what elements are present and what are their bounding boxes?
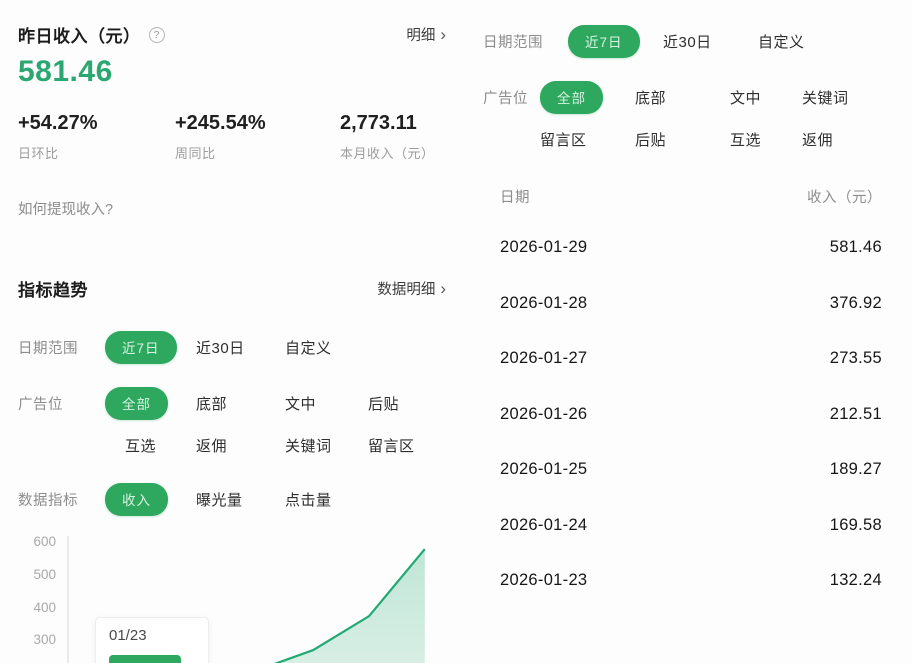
stat-label: 本月收入（元）	[340, 143, 446, 162]
filter-option[interactable]: 后贴	[368, 393, 399, 414]
income-cell: 169.58	[830, 516, 882, 535]
filter-option-selected[interactable]: 收入	[105, 483, 168, 516]
filter-option[interactable]: 自定义	[758, 31, 805, 52]
table-header: 日期 收入（元）	[483, 186, 882, 207]
filter-option-selected[interactable]: 全部	[540, 81, 603, 114]
y-axis-tick-label: 600	[10, 534, 56, 549]
filter-date-range: 日期范围近7日近30日 自定义	[18, 326, 368, 368]
stat-month-income: 2,773.11 本月收入（元）	[340, 112, 446, 162]
income-card-header: 昨日收入（元） ? 明细 ›	[18, 22, 446, 47]
filter-option[interactable]: 文中	[730, 87, 761, 108]
income-cell: 212.51	[830, 405, 882, 424]
filter-option-selected[interactable]: 全部	[105, 387, 168, 420]
filter-group-label: 日期范围	[483, 20, 568, 52]
y-axis-tick-label: 500	[10, 567, 56, 582]
date-cell: 2026-01-26	[483, 405, 587, 424]
date-cell: 2026-01-24	[483, 516, 587, 535]
date-cell: 2026-01-28	[483, 294, 587, 313]
how-to-withdraw-link[interactable]: 如何提现收入?	[18, 198, 446, 219]
table-row: 2026-01-25 189.27	[483, 442, 882, 498]
filter-ad-slot: 广告位全部 底部 文中 后贴互选 返佣 关键词 留言区	[18, 382, 448, 466]
filter-option-selected[interactable]: 近7日	[105, 331, 177, 364]
filter-group-label: 日期范围	[18, 326, 105, 358]
filter-option[interactable]: 关键词	[285, 435, 332, 456]
income-card-title: 昨日收入（元）	[18, 22, 141, 47]
question-circle-icon[interactable]: ?	[149, 27, 165, 43]
stat-week-over-week: +245.54% 周同比	[175, 112, 340, 162]
trend-line-chart[interactable]	[0, 530, 460, 663]
filter-option[interactable]: 互选	[730, 129, 761, 150]
stat-label: 周同比	[175, 143, 340, 162]
filter-option[interactable]: 近30日	[196, 337, 245, 358]
income-detail-label: 明细	[406, 24, 435, 45]
trend-section-header: 指标趋势 数据明细 ›	[18, 276, 446, 301]
chevron-right-icon: ›	[440, 28, 446, 42]
filter-group-label: 数据指标	[18, 478, 105, 510]
column-date: 日期	[500, 186, 530, 207]
filter-option[interactable]: 留言区	[368, 435, 415, 456]
filter-option-selected[interactable]: 近7日	[568, 25, 640, 58]
data-detail-link[interactable]: 数据明细 ›	[377, 278, 446, 299]
column-income: 收入（元）	[807, 186, 882, 207]
date-cell: 2026-01-29	[483, 238, 587, 257]
y-axis-tick-label: 400	[10, 600, 56, 615]
filter-option[interactable]: 返佣	[196, 435, 227, 456]
filter-group-label: 广告位	[483, 76, 540, 108]
table-row: 2026-01-26 212.51	[483, 387, 882, 443]
filter-group-label: 广告位	[18, 382, 105, 414]
stat-label: 日环比	[18, 143, 175, 162]
filter-option[interactable]: 曝光量	[196, 489, 243, 510]
income-table: 2026-01-29581.462026-01-28376.922026-01-…	[483, 220, 882, 609]
chevron-right-icon: ›	[440, 282, 446, 296]
trend-section-title: 指标趋势	[18, 276, 88, 301]
stat-value: +54.27%	[18, 112, 175, 135]
income-stats: +54.27% 日环比 +245.54% 周同比 2,773.11 本月收入（元…	[18, 112, 446, 162]
table-row: 2026-01-29 581.46	[483, 220, 882, 276]
stat-value: 2,773.11	[340, 112, 446, 135]
stat-day-over-day: +54.27% 日环比	[18, 112, 175, 162]
filter-option[interactable]: 自定义	[285, 337, 332, 358]
income-cell: 376.92	[830, 294, 882, 313]
table-row: 2026-01-24 169.58	[483, 498, 882, 554]
data-detail-label: 数据明细	[377, 278, 435, 299]
filter-option[interactable]: 底部	[196, 393, 227, 414]
filter-option[interactable]: 近30日	[663, 31, 712, 52]
income-detail-link[interactable]: 明细 ›	[406, 24, 446, 45]
date-cell: 2026-01-23	[483, 571, 587, 590]
filter-option[interactable]: 关键词	[802, 87, 849, 108]
filter-option[interactable]: 后贴	[635, 129, 666, 150]
income-cell: 273.55	[830, 349, 882, 368]
filter-option[interactable]: 底部	[635, 87, 666, 108]
income-cell: 189.27	[830, 460, 882, 479]
yesterday-income-amount: 581.46	[18, 55, 446, 89]
ad-revenue-dashboard: 昨日收入（元） ? 明细 › 581.46 +54.27% 日环比 +245.5…	[0, 0, 912, 663]
table-row: 2026-01-27 273.55	[483, 331, 882, 387]
chart-tooltip: 01/23	[95, 617, 209, 663]
y-axis-tick-label: 300	[10, 632, 56, 647]
filter-option[interactable]: 互选	[125, 435, 156, 456]
filter-option[interactable]: 点击量	[285, 489, 332, 510]
filter-option[interactable]: 返佣	[802, 129, 833, 150]
date-cell: 2026-01-27	[483, 349, 587, 368]
trend-chart[interactable]: 600 500 400 300 01/23	[0, 530, 460, 663]
income-cell: 132.24	[830, 571, 882, 590]
filter-option[interactable]: 留言区	[540, 129, 587, 150]
table-row: 2026-01-28 376.92	[483, 276, 882, 332]
stat-value: +245.54%	[175, 112, 340, 135]
tooltip-series-tag	[109, 655, 181, 663]
date-cell: 2026-01-25	[483, 460, 587, 479]
table-row: 2026-01-23 132.24	[483, 553, 882, 609]
income-cell: 581.46	[830, 238, 882, 257]
tooltip-date: 01/23	[109, 627, 195, 644]
filter-option[interactable]: 文中	[285, 393, 316, 414]
filter-ad-slot: 广告位全部 底部 文中 关键词留言区 后贴 互选 返佣	[483, 76, 882, 160]
filter-date-range: 日期范围近7日 近30日 自定义	[483, 20, 882, 62]
filter-metric: 数据指标收入 曝光量 点击量	[18, 478, 368, 520]
